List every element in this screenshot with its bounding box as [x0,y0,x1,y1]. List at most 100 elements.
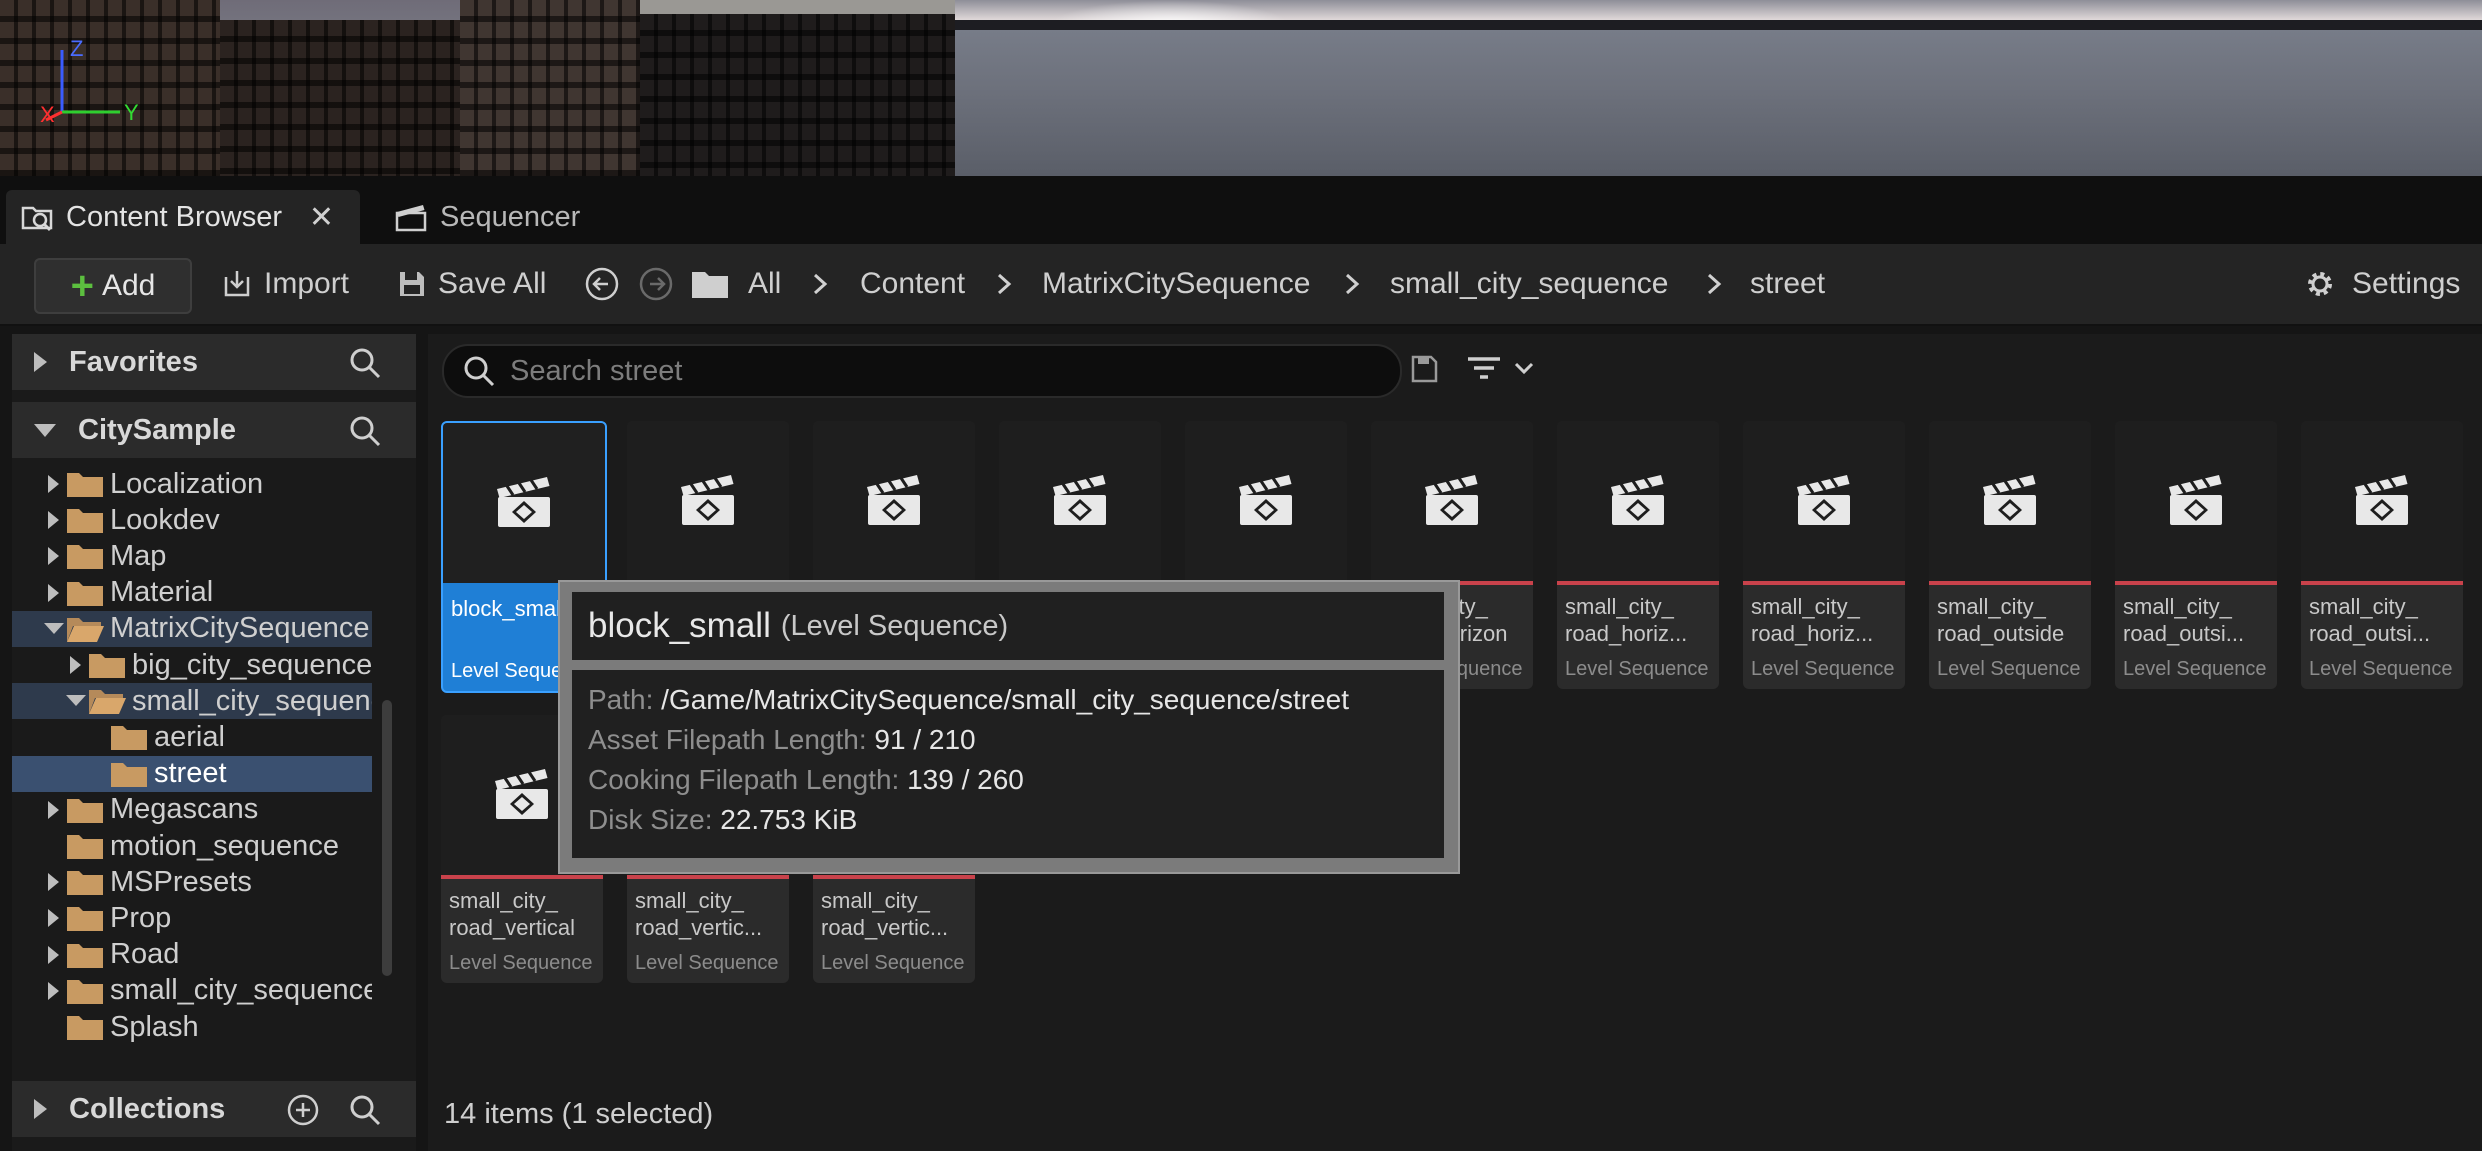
tree-folder-label: MSPresets [110,865,252,898]
tree-folder-item[interactable]: Road [12,937,372,973]
breadcrumb-all[interactable]: All [748,258,781,310]
asset-type-bar [1743,581,1905,585]
tab-sequencer[interactable]: Sequencer [380,190,640,244]
save-search-icon[interactable] [1410,354,1440,384]
tree-folder-item[interactable]: Splash [12,1009,372,1045]
level-sequence-icon [2165,471,2227,529]
asset-tile[interactable]: small_city_ road_horiz... Level Sequence [1743,421,1905,689]
folder-icon [67,907,103,932]
tree-folder-label: street [154,757,227,790]
content-browser-icon [21,206,53,232]
search-icon[interactable] [348,414,382,448]
tree-folder-item[interactable]: MSPresets [12,864,372,900]
expand-arrow-icon[interactable] [70,656,81,674]
breadcrumb-matrixcitysequence[interactable]: MatrixCitySequence [1042,258,1310,310]
tree-folder-item[interactable]: street [12,755,372,792]
search-icon[interactable] [348,346,382,380]
filter-icon[interactable] [1466,354,1538,384]
chevron-right-icon[interactable] [990,270,1018,298]
breadcrumb-street[interactable]: street [1750,258,1825,310]
asset-tile[interactable]: small_city_ road_horiz... Level Sequence [1557,421,1719,689]
expand-arrow-icon[interactable] [48,547,59,566]
svg-text:Y: Y [124,100,139,125]
asset-type: Level Sequence [1751,658,1895,680]
asset-name: small_city_ road_outsi... [2123,594,2245,646]
asset-thumbnail [1185,421,1347,581]
tree-folder-item[interactable]: Material [12,575,372,611]
tree-folder-item[interactable]: small_city_sequence [12,683,372,720]
building [220,20,460,176]
asset-thumbnail [627,421,789,581]
folder-icon [67,545,103,570]
expand-arrow-icon[interactable] [48,873,59,892]
forward-arrow-icon[interactable] [638,266,674,302]
expand-arrow-icon[interactable] [48,945,59,964]
collections-header[interactable]: Collections [12,1081,416,1137]
tree-folder-item[interactable]: MatrixCitySequence [12,610,372,647]
tree-folder-item[interactable]: aerial [12,719,372,755]
tree-folder-item[interactable]: Prop [12,900,372,936]
asset-name: small_city_ road_vertic... [821,888,949,940]
collapse-arrow-icon[interactable] [66,695,86,707]
tree-folder-item[interactable]: Megascans [12,792,372,828]
item-count: 14 items (1 selected) [444,1098,714,1130]
tree-folder-item[interactable]: big_city_sequence [12,647,372,683]
tree-folder-item[interactable]: motion_sequence [12,828,372,864]
search-icon[interactable] [348,1093,382,1127]
collapse-arrow-icon[interactable] [44,622,64,634]
asset-type: Level Sequence [1937,658,2081,680]
level-viewport[interactable]: Z Y X [0,0,2482,176]
tooltip-disk-size: Disk Size: 22.753 KiB [588,804,857,836]
expand-arrow-icon[interactable] [48,800,59,819]
save-all-button[interactable]: Save All [396,258,546,310]
chevron-right-icon[interactable] [1700,270,1728,298]
settings-button[interactable]: Settings [2302,258,2460,310]
favorites-header[interactable]: Favorites [12,334,416,390]
folder-icon [67,871,103,896]
tree-folder-label: Lookdev [110,503,220,536]
citysample-header[interactable]: CitySample [12,402,416,458]
tree-folder-label: MatrixCitySequence [110,612,370,645]
tree-folder-label: motion_sequence [110,829,339,862]
asset-tile[interactable]: small_city_ road_outsi... Level Sequence [2115,421,2277,689]
asset-tile[interactable]: small_city_ road_outsi... Level Sequence [2301,421,2463,689]
back-arrow-icon[interactable] [584,266,620,302]
chevron-right-icon[interactable] [806,270,834,298]
expand-arrow-icon [34,352,47,372]
expand-arrow-icon[interactable] [48,981,59,1000]
expand-arrow-icon[interactable] [48,583,59,602]
asset-type: Level Sequence [821,952,965,974]
folder-icon [111,726,147,751]
breadcrumb-small-city-sequence[interactable]: small_city_sequence [1390,258,1668,310]
tree-folder-item[interactable]: Localization [12,466,372,502]
level-sequence-icon [1979,471,2041,529]
asset-name: small_city_ road_horiz... [1751,594,1874,646]
breadcrumb-content[interactable]: Content [860,258,965,310]
asset-thumbnail [1743,421,1905,581]
chevron-right-icon[interactable] [1338,270,1366,298]
tree-scrollbar[interactable] [382,700,392,976]
settings-label: Settings [2352,267,2461,300]
expand-arrow-icon [34,1099,47,1119]
horizon [955,20,2482,30]
folder-icon [67,473,103,497]
expand-arrow-icon[interactable] [48,511,59,530]
folder-icon [67,835,103,859]
close-icon[interactable]: ✕ [309,200,334,235]
add-collection-icon[interactable] [286,1093,320,1127]
tree-folder-item[interactable]: Lookdev [12,502,372,538]
tab-content-browser[interactable]: Content Browser ✕ [6,190,360,244]
expand-arrow-icon[interactable] [48,475,59,493]
asset-type-bar [813,875,975,879]
expand-arrow-icon[interactable] [48,909,59,928]
tree-folder-item[interactable]: small_city_sequence [12,973,372,1009]
import-button[interactable]: Import [220,258,349,310]
asset-type: Level Sequence [635,952,779,974]
tree-folder-item[interactable]: Map [12,538,372,574]
building-roof [640,0,955,14]
tooltip-subtitle: (Level Sequence) [780,609,1009,642]
add-button[interactable]: + Add [34,258,192,314]
asset-tile[interactable]: small_city_ road_outside Level Sequence [1929,421,2091,689]
tooltip-header: block_small (Level Sequence) [572,592,1444,660]
search-input[interactable]: Search street [442,344,1402,398]
